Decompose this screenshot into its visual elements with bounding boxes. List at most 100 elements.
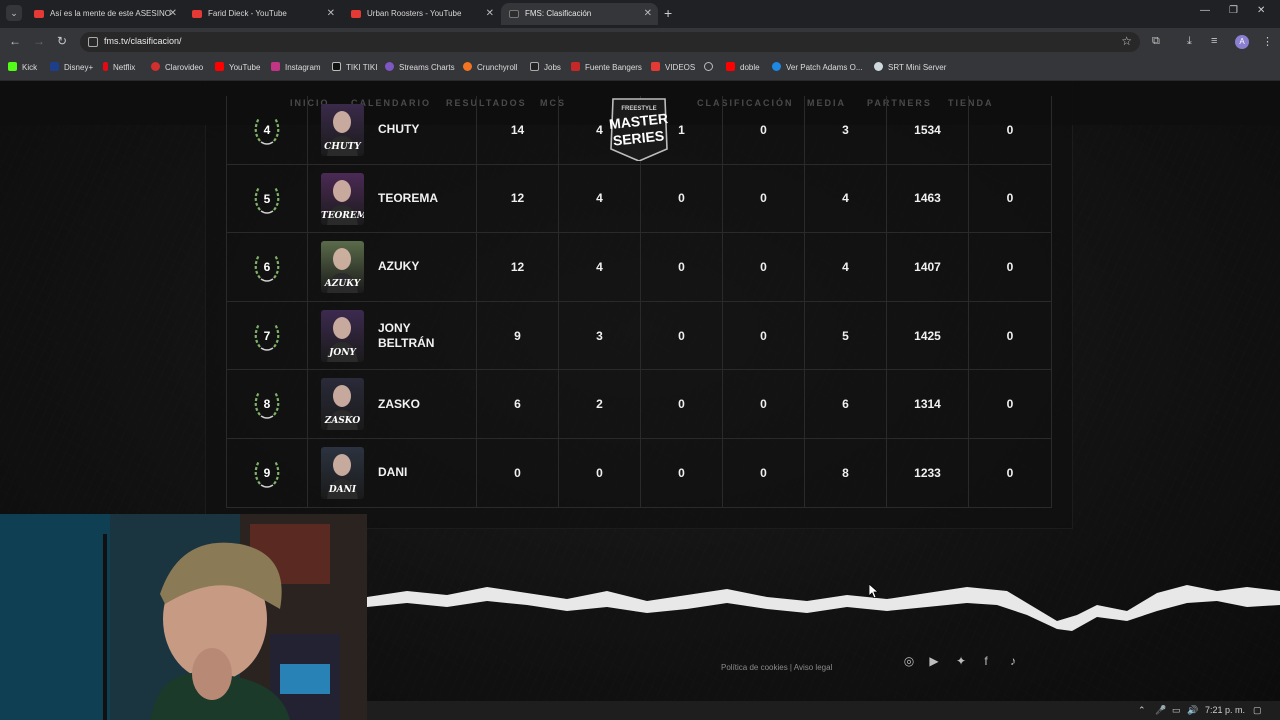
bookmark-videos[interactable]: VIDEOS — [651, 62, 695, 72]
bookmark-fuente-bangers[interactable]: Fuente Bangers — [571, 62, 642, 72]
profile-avatar[interactable]: A — [1235, 35, 1249, 49]
browser-toolbar: ← → ↻ fms.tv/clasificacion/ ☆ ⧉ ⤓ ≡ ⋮ — [0, 28, 1280, 56]
youtube-icon[interactable]: ▶ — [926, 653, 942, 669]
bookmark-youtube[interactable]: YouTube — [215, 62, 260, 72]
menu-icon[interactable]: ⋮ — [1262, 35, 1273, 48]
fms-logo[interactable]: FREESTYLE MASTER SERIES — [609, 95, 669, 161]
stat-value: 12 — [510, 191, 525, 206]
twitter-icon[interactable]: ✦ — [953, 653, 969, 669]
mouse-cursor-icon — [869, 584, 879, 598]
bookmark-streams-charts[interactable]: Streams Charts — [385, 62, 455, 72]
bookmark-jobs[interactable]: Jobs — [530, 62, 561, 72]
site-icon — [772, 62, 781, 71]
position-number: 8 — [263, 397, 271, 412]
media-icon[interactable]: ≡ — [1211, 35, 1217, 47]
youtube-icon — [726, 62, 735, 71]
stat-cell: 0 — [723, 370, 805, 438]
tab-3[interactable]: Urban Roosters - YouTube ✕ — [343, 3, 500, 25]
stat-cell: 4 — [559, 164, 641, 233]
stat-value: 0 — [760, 122, 767, 137]
tab-title: Farid Dieck - YouTube — [208, 9, 287, 18]
bookmark-kick[interactable]: Kick — [8, 62, 37, 72]
position-number: 7 — [263, 328, 271, 343]
webcam-overlay — [0, 514, 367, 720]
bookmark-srt-mini-server[interactable]: SRT Mini Server — [874, 62, 946, 72]
microphone-icon[interactable]: 🎤 — [1155, 705, 1166, 716]
tiktok-icon — [332, 62, 341, 71]
stat-value: 0 — [678, 397, 685, 412]
facebook-icon[interactable]: f — [978, 653, 994, 669]
bookmark-instagram[interactable]: Instagram — [271, 62, 321, 72]
mc-name[interactable]: DANI — [378, 439, 407, 507]
close-tab-icon[interactable]: ✕ — [327, 3, 335, 25]
netflix-icon — [103, 62, 108, 71]
stat-cell: 3 — [805, 96, 887, 164]
mc-name[interactable]: ZASKO — [378, 370, 420, 438]
stat-value: 0 — [1006, 191, 1014, 206]
bookmark-disney[interactable]: Disney+ — [50, 62, 93, 72]
stat-value: 1534 — [914, 122, 941, 137]
stat-cell: 0 — [723, 233, 805, 301]
mc-tag-logo: ZASKO — [324, 416, 361, 427]
streams-charts-icon — [385, 62, 394, 71]
position-cell: 6 — [226, 233, 308, 301]
bookmark-clarovideo[interactable]: Clarovideo — [151, 62, 203, 72]
stat-cell: 0 — [641, 438, 723, 507]
network-icon[interactable]: ▭ — [1172, 705, 1181, 716]
youtube-favicon-icon — [192, 10, 202, 18]
minimize-icon[interactable]: — — [1200, 5, 1210, 16]
bookmark-crunchyroll[interactable]: Crunchyroll — [463, 62, 517, 72]
tab-4-active[interactable]: FMS: Clasificación ✕ — [501, 3, 658, 25]
forward-icon[interactable]: → — [33, 34, 45, 48]
address-bar[interactable]: fms.tv/clasificacion/ ☆ — [80, 32, 1140, 52]
stat-value: 0 — [596, 465, 603, 480]
notifications-icon[interactable]: ▢ — [1253, 705, 1262, 716]
stat-value: 4 — [842, 191, 849, 206]
back-icon[interactable]: ← — [9, 34, 21, 48]
video-folder-icon — [651, 62, 660, 71]
stat-value: 0 — [1006, 397, 1014, 412]
mc-cell: CHUTY CHUTY — [308, 96, 477, 164]
stat-cell: 8 — [805, 438, 887, 507]
tab-1[interactable]: Así es la mente de este ASESINO ✕ — [26, 3, 183, 25]
volume-icon[interactable]: 🔊 — [1187, 705, 1198, 716]
bookmark-patch-adams[interactable]: Ver Patch Adams O... — [772, 62, 862, 72]
position-cell: 8 — [226, 370, 308, 438]
tiktok-icon[interactable]: ♪ — [1005, 653, 1021, 669]
fms-favicon-icon — [509, 10, 519, 18]
tab-2[interactable]: Farid Dieck - YouTube ✕ — [184, 3, 341, 25]
footer-legal-links[interactable]: Política de cookies | Aviso legal — [721, 663, 832, 672]
bookmark-star-icon[interactable]: ☆ — [1121, 34, 1132, 48]
mc-name[interactable]: AZUKY — [378, 233, 419, 301]
bookmark-tiki-tiki[interactable]: TIKI TIKI — [332, 62, 377, 72]
download-icon[interactable]: ⤓ — [1187, 35, 1192, 48]
mc-cell: ZASKO ZASKO — [308, 370, 477, 438]
stat-value: 0 — [760, 328, 767, 343]
stat-cell: 0 — [723, 164, 805, 233]
mc-name[interactable]: JONY BELTRÁN — [378, 302, 448, 370]
reload-icon[interactable]: ↻ — [57, 34, 67, 48]
extensions-icon[interactable]: ⧉ — [1152, 35, 1160, 48]
mc-name[interactable]: CHUTY — [378, 96, 419, 164]
bookmark-globe[interactable] — [704, 62, 718, 72]
clock-time[interactable]: 7:21 p. m. — [1205, 705, 1245, 715]
stat-cell: 1407 — [887, 233, 969, 301]
tray-overflow-icon[interactable]: ⌃ — [1138, 705, 1146, 716]
close-tab-icon[interactable]: ✕ — [486, 3, 494, 25]
mc-cell: AZUKY AZUKY — [308, 233, 477, 301]
bookmark-netflix[interactable]: Netflix — [103, 62, 135, 72]
new-tab-icon[interactable]: + — [664, 5, 672, 21]
close-window-icon[interactable]: ✕ — [1257, 5, 1265, 16]
bookmark-doble[interactable]: doble — [726, 62, 760, 72]
stat-value: 5 — [842, 328, 849, 343]
tab-search-button[interactable]: ⌄ — [6, 5, 22, 21]
stat-value: 1463 — [914, 191, 941, 206]
mc-tag-logo: CHUTY — [324, 142, 361, 152]
restore-icon[interactable]: ❐ — [1229, 5, 1238, 16]
site-info-icon[interactable] — [88, 37, 98, 47]
close-tab-icon[interactable]: ✕ — [644, 3, 652, 25]
instagram-icon[interactable]: ◎ — [901, 653, 917, 669]
mc-name[interactable]: TEOREMA — [378, 165, 438, 233]
stat-cell: 0 — [559, 438, 641, 507]
close-tab-icon[interactable]: ✕ — [169, 3, 177, 25]
